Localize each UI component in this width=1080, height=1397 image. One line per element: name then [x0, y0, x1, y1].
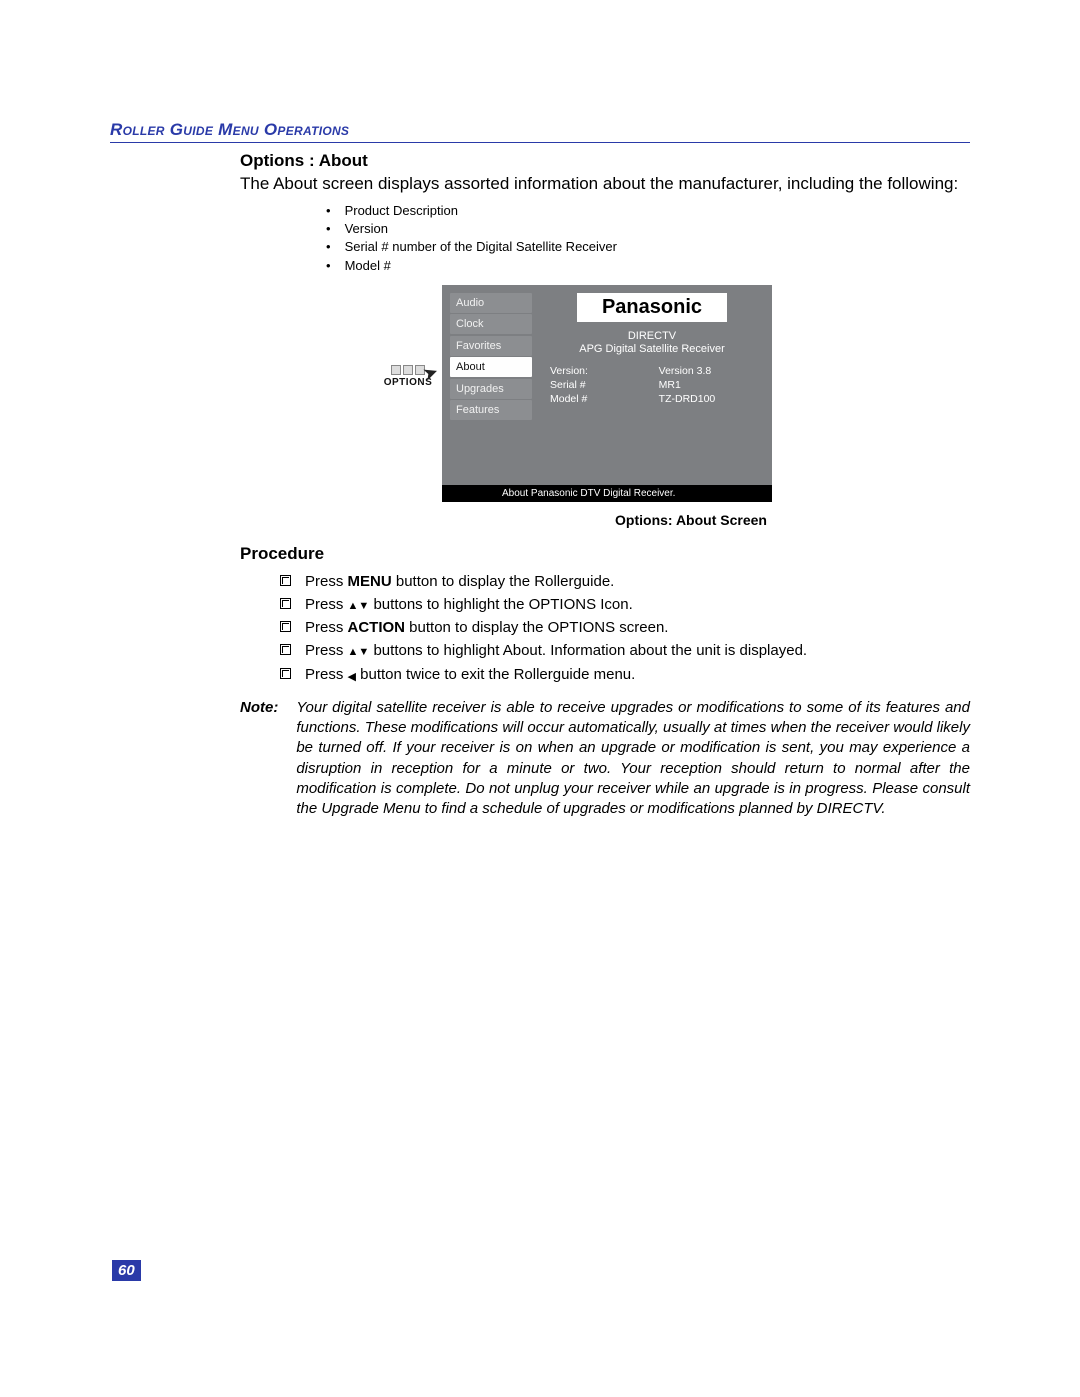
step-text: button to display the OPTIONS screen.	[405, 619, 668, 636]
menu-item-about[interactable]: About	[450, 357, 532, 377]
step-text: Press	[305, 666, 348, 683]
checkbox-icon	[280, 644, 291, 655]
manual-page: Roller Guide Menu Operations Options : A…	[110, 120, 970, 819]
bullet-text: Serial # number of the Digital Satellite…	[345, 238, 617, 256]
screenshot-caption: Options: About Screen	[412, 512, 970, 528]
row-value: Version 3.8	[659, 365, 760, 377]
brand-logo: Panasonic	[577, 293, 727, 322]
menu-item-clock[interactable]: Clock	[450, 314, 532, 334]
step-text: button twice to exit the Rollerguide men…	[356, 666, 635, 683]
menu-item-features[interactable]: Features	[450, 400, 532, 420]
provider-label: DIRECTV	[544, 330, 760, 344]
checkbox-icon	[280, 575, 291, 586]
up-arrow-icon	[348, 642, 359, 659]
tv-status-bar: About Panasonic DTV Digital Receiver.	[442, 485, 772, 502]
bullet-text: Model #	[345, 257, 391, 275]
about-info-panel: Panasonic DIRECTV APG Digital Satellite …	[532, 293, 772, 485]
down-arrow-icon	[358, 596, 369, 613]
bullet-icon	[326, 202, 331, 220]
note-label: Note:	[240, 698, 278, 820]
step-text: buttons to highlight About. Information …	[369, 642, 807, 659]
bullet-icon	[326, 238, 331, 256]
bullet-icon	[326, 257, 331, 275]
step-2: Press buttons to highlight the OPTIONS I…	[280, 593, 970, 616]
page-number: 60	[112, 1260, 141, 1281]
up-arrow-icon	[348, 596, 359, 613]
options-remote-icon: ➤ OPTIONS	[380, 365, 436, 388]
menu-item-favorites[interactable]: Favorites	[450, 336, 532, 356]
about-bullets: Product Description Version Serial # num…	[326, 202, 970, 275]
down-arrow-icon	[358, 642, 369, 659]
menu-keyword: MENU	[348, 573, 392, 590]
bullet-text: Version	[345, 220, 388, 238]
procedure-steps: Press MENU button to display the Rollerg…	[280, 570, 970, 686]
step-1: Press MENU button to display the Rollerg…	[280, 570, 970, 593]
row-label: Serial #	[550, 379, 633, 391]
options-menu: Audio Clock Favorites About Upgrades Fea…	[442, 293, 532, 485]
step-text: Press	[305, 573, 348, 590]
section-header: Roller Guide Menu Operations	[110, 120, 970, 143]
bullet-icon	[326, 220, 331, 238]
content-column: Options : About The About screen display…	[240, 151, 970, 819]
action-keyword: ACTION	[348, 619, 406, 636]
product-description: APG Digital Satellite Receiver	[544, 343, 760, 357]
note-body: Your digital satellite receiver is able …	[296, 698, 970, 820]
screenshot-area: ➤ OPTIONS Audio Clock Favorites About Up…	[380, 285, 970, 502]
checkbox-icon	[280, 668, 291, 679]
checkbox-icon	[280, 598, 291, 609]
step-text: button to display the Rollerguide.	[392, 573, 615, 590]
step-4: Press buttons to highlight About. Inform…	[280, 639, 970, 662]
checkbox-icon	[280, 621, 291, 632]
procedure-heading: Procedure	[240, 544, 970, 564]
menu-item-audio[interactable]: Audio	[450, 293, 532, 313]
step-text: Press	[305, 596, 348, 613]
left-arrow-icon	[348, 666, 356, 683]
row-value: MR1	[659, 379, 760, 391]
step-5: Press button twice to exit the Rollergui…	[280, 663, 970, 686]
step-text: Press	[305, 619, 348, 636]
step-3: Press ACTION button to display the OPTIO…	[280, 616, 970, 639]
bullet-text: Product Description	[345, 202, 458, 220]
tv-screenshot: Audio Clock Favorites About Upgrades Fea…	[442, 285, 772, 502]
options-about-heading: Options : About	[240, 151, 970, 171]
intro-paragraph: The About screen displays assorted infor…	[240, 173, 970, 196]
row-label: Version:	[550, 365, 633, 377]
note-block: Note: Your digital satellite receiver is…	[240, 698, 970, 820]
row-value: TZ-DRD100	[659, 393, 760, 405]
row-label: Model #	[550, 393, 633, 405]
menu-item-upgrades[interactable]: Upgrades	[450, 379, 532, 399]
step-text: buttons to highlight the OPTIONS Icon.	[369, 596, 632, 613]
remote-tiles-icon	[391, 365, 425, 375]
step-text: Press	[305, 642, 348, 659]
